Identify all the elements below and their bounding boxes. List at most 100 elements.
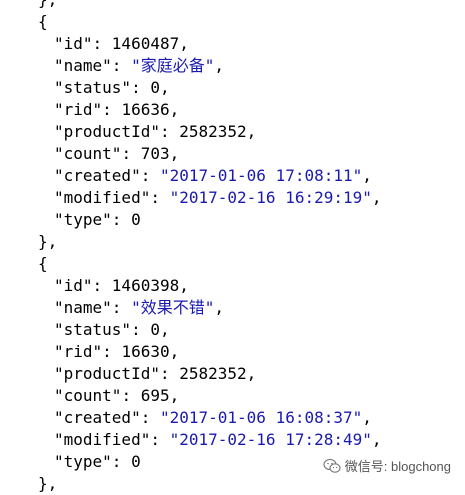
json-number-value: 0: [131, 452, 141, 471]
code-line: "type": 0: [0, 209, 465, 231]
json-punctuation: ,: [169, 144, 180, 163]
json-punctuation: },: [38, 232, 58, 251]
json-punctuation: :: [111, 298, 132, 317]
json-punctuation: {: [38, 12, 48, 31]
json-punctuation: :: [131, 320, 151, 339]
json-key: "productId": [54, 364, 160, 383]
json-punctuation: :: [111, 210, 132, 229]
json-key: "created": [54, 408, 141, 427]
json-number-value: 2582352: [179, 122, 247, 141]
json-key: "status": [54, 78, 132, 97]
json-punctuation: {: [38, 254, 48, 273]
watermark: 微信号: blogchong: [323, 456, 451, 475]
json-punctuation: :: [102, 342, 122, 361]
json-punctuation: ,: [362, 166, 372, 185]
json-punctuation: :: [111, 56, 132, 75]
json-key: "count": [54, 386, 122, 405]
json-punctuation: :: [111, 452, 132, 471]
json-number-value: 1460487: [111, 34, 180, 53]
code-line: "id": 1460487,: [0, 33, 465, 55]
json-punctuation: ,: [371, 188, 382, 207]
code-line: {: [0, 11, 465, 33]
json-punctuation: ,: [179, 34, 189, 53]
json-key: "modified": [54, 188, 151, 207]
json-number-value: 0: [131, 210, 141, 229]
code-line: "modified": "2017-02-16 16:29:19",: [0, 187, 465, 209]
json-key: "type": [54, 210, 112, 229]
code-line: "id": 1460398,: [0, 275, 465, 297]
json-punctuation: ,: [169, 386, 180, 405]
code-line: "modified": "2017-02-16 17:28:49",: [0, 429, 465, 451]
json-punctuation: ,: [246, 364, 257, 383]
json-punctuation: :: [102, 100, 122, 119]
json-punctuation: ,: [169, 100, 180, 119]
json-key: "id": [54, 276, 93, 295]
json-number-value: 0: [150, 320, 160, 339]
json-punctuation: :: [92, 276, 112, 295]
code-line: "status": 0,: [0, 77, 465, 99]
json-punctuation: ,: [159, 320, 170, 339]
json-key: "id": [54, 34, 93, 53]
json-string-value: "2017-02-16 16:29:19": [169, 188, 372, 207]
json-key: "modified": [54, 430, 151, 449]
code-line: "count": 703,: [0, 143, 465, 165]
json-punctuation: ,: [159, 78, 170, 97]
json-punctuation: ,: [214, 298, 224, 317]
json-punctuation: :: [159, 364, 180, 383]
json-punctuation: :: [121, 386, 141, 405]
json-key: "rid": [54, 100, 103, 119]
json-number-value: 695: [140, 386, 170, 405]
code-line: "created": "2017-01-06 17:08:11",: [0, 165, 465, 187]
code-line: "productId": 2582352,: [0, 121, 465, 143]
json-number-value: 703: [140, 144, 170, 163]
json-string-value: "2017-02-16 17:28:49": [169, 430, 372, 449]
code-line: "name": "家庭必备",: [0, 55, 465, 77]
json-key: "status": [54, 320, 132, 339]
json-punctuation: },: [38, 474, 58, 493]
code-line: "status": 0,: [0, 319, 465, 341]
json-key: "name": [54, 298, 112, 317]
code-line: "rid": 16636,: [0, 99, 465, 121]
json-code-view: },{"id": 1460487,"name": "家庭必备","status"…: [0, 0, 465, 495]
wechat-icon: [323, 458, 341, 473]
json-punctuation: },: [38, 0, 57, 9]
json-key: "count": [54, 144, 122, 163]
json-number-value: 16636: [121, 100, 170, 119]
json-punctuation: ,: [246, 122, 257, 141]
json-punctuation: :: [159, 122, 180, 141]
json-key: "rid": [54, 342, 103, 361]
json-key: "productId": [54, 122, 160, 141]
json-key: "type": [54, 452, 112, 471]
json-punctuation: ,: [362, 408, 372, 427]
json-punctuation: :: [140, 408, 160, 427]
code-line: "productId": 2582352,: [0, 363, 465, 385]
json-number-value: 16630: [121, 342, 170, 361]
json-punctuation: ,: [371, 430, 382, 449]
code-line: "count": 695,: [0, 385, 465, 407]
json-string-value: "家庭必备": [131, 56, 215, 75]
json-punctuation: :: [92, 34, 112, 53]
json-string-value: "2017-01-06 17:08:11": [159, 166, 363, 185]
code-line: {: [0, 253, 465, 275]
json-punctuation: ,: [214, 56, 224, 75]
json-number-value: 0: [150, 78, 160, 97]
code-line: },: [0, 231, 465, 253]
code-line: "name": "效果不错",: [0, 297, 465, 319]
json-punctuation: :: [150, 430, 170, 449]
json-punctuation: :: [140, 166, 160, 185]
json-number-value: 1460398: [111, 276, 180, 295]
json-key: "created": [54, 166, 141, 185]
json-punctuation: :: [150, 188, 170, 207]
json-punctuation: ,: [169, 342, 180, 361]
code-line: },: [0, 0, 465, 11]
json-punctuation: ,: [179, 276, 189, 295]
json-key: "name": [54, 56, 112, 75]
code-line: "created": "2017-01-06 16:08:37",: [0, 407, 465, 429]
json-punctuation: :: [121, 144, 141, 163]
code-line: "rid": 16630,: [0, 341, 465, 363]
json-number-value: 2582352: [179, 364, 247, 383]
json-string-value: "效果不错": [131, 298, 215, 317]
watermark-text: 微信号: blogchong: [344, 459, 451, 474]
json-string-value: "2017-01-06 16:08:37": [159, 408, 363, 427]
json-punctuation: :: [131, 78, 151, 97]
